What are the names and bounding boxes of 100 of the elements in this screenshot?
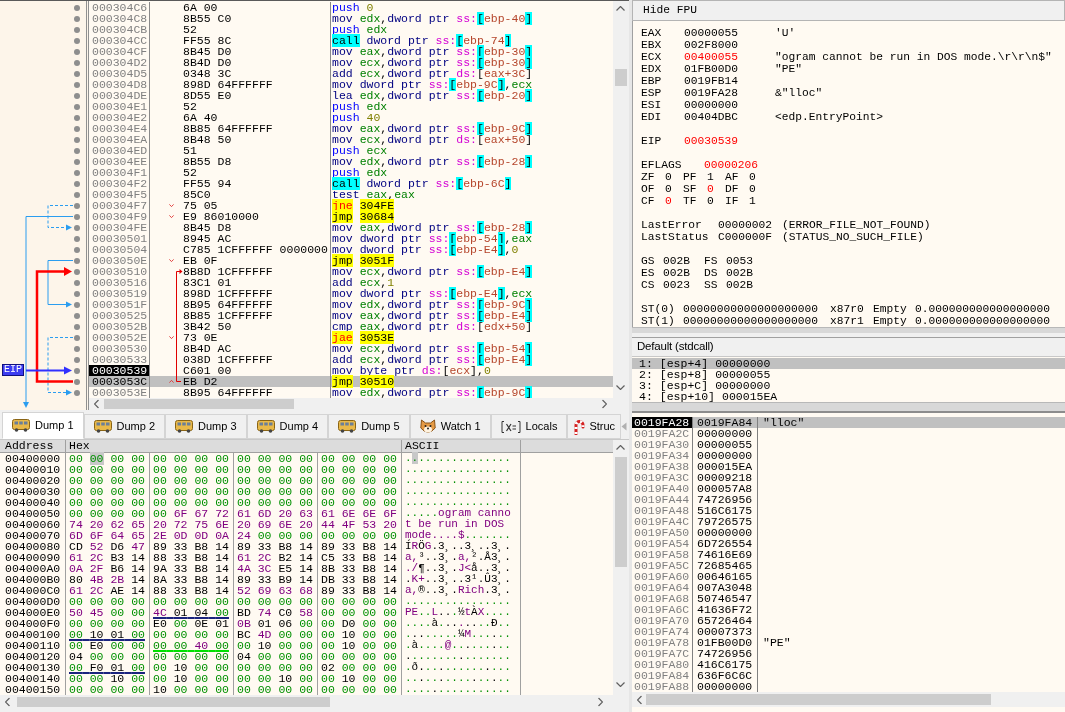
disassembly-row[interactable]: 0003050E EB 0F jmp 3051F xyxy=(89,255,613,266)
column-header[interactable]: ASCII xyxy=(405,439,440,452)
dot-icon[interactable] xyxy=(74,48,80,55)
disassembly-row[interactable]: 000304D8 898D 64FFFFFF mov dword ptr ss:[ebp-9C],ecx xyxy=(89,79,613,90)
horizontal-scrollbar[interactable] xyxy=(632,402,1065,411)
column-header[interactable]: Hex xyxy=(69,439,90,452)
argument-row[interactable]: 3: [esp+C] 00000000 xyxy=(632,380,1065,391)
dot-icon[interactable] xyxy=(74,59,80,66)
dot-icon[interactable] xyxy=(74,246,80,253)
scroll-left-icon[interactable] xyxy=(5,697,10,707)
scroll-left-icon[interactable] xyxy=(94,399,99,409)
horizontal-scrollbar[interactable] xyxy=(89,398,629,410)
stack-row[interactable]: 0019FA68 50746547 xyxy=(632,593,1065,604)
stack-row[interactable]: 0019FA84 636F6C6C xyxy=(632,670,1065,681)
scrollbar-thumb[interactable] xyxy=(104,399,294,409)
dot-icon[interactable] xyxy=(74,202,80,209)
tab[interactable]: Struc xyxy=(567,414,622,439)
vertical-scrollbar[interactable] xyxy=(613,1,629,398)
disassembly-row[interactable]: 000304F1 52 push edx xyxy=(89,167,613,178)
stack-row[interactable]: 0019FA30 00000055 xyxy=(632,439,1065,450)
disassembly-row[interactable]: 00030525 8B85 1CFFFFFF mov eax,dword ptr ss:[ebp-E4] xyxy=(89,310,613,321)
stack-row[interactable]: 0019FA40 000057A8 xyxy=(632,483,1065,494)
dot-icon[interactable] xyxy=(74,125,80,132)
stack-row[interactable]: 0019FA74 00007373 xyxy=(632,626,1065,637)
stack-row[interactable]: 0019FA70 65726464 xyxy=(632,615,1065,626)
scrollbar-thumb[interactable] xyxy=(17,697,330,707)
stack-row[interactable]: 0019FA54 6D726554 xyxy=(632,538,1065,549)
stack-row[interactable]: 0019FA44 74726956 xyxy=(632,494,1065,505)
dot-icon[interactable] xyxy=(74,103,80,110)
tab[interactable]: Locals xyxy=(490,414,568,439)
stack-row[interactable]: 0019FA38 000015EA xyxy=(632,461,1065,472)
disassembly-row[interactable]: 000304CC FF55 8C call dword ptr ss:[ebp-74] xyxy=(89,35,613,46)
disassembly-row[interactable]: 000304F9 E9 86010000 jmp 30684 xyxy=(89,211,613,222)
disassembly-row[interactable]: 000304C8 8B55 C0 mov edx,dword ptr ss:[ebp-40] xyxy=(89,13,613,24)
scroll-right-icon[interactable] xyxy=(602,399,607,409)
argument-row[interactable]: 4: [esp+10] 000015EA xyxy=(632,391,1065,402)
scroll-down-icon[interactable] xyxy=(616,385,625,390)
stack-row[interactable]: 0019FA78 01FB00D0 "PE" xyxy=(632,637,1065,648)
dot-icon[interactable] xyxy=(74,312,80,319)
dot-icon[interactable] xyxy=(74,37,80,44)
dot-icon[interactable] xyxy=(74,169,80,176)
dot-icon[interactable] xyxy=(74,26,80,33)
stack-row[interactable]: 0019FA3C 00009218 xyxy=(632,472,1065,483)
disassembly-row[interactable]: 00030516 83C1 01 add ecx,1 xyxy=(89,277,613,288)
disassembly-row[interactable]: 000304F5 85C0 test eax,eax xyxy=(89,189,613,200)
dot-icon[interactable] xyxy=(74,334,80,341)
dot-icon[interactable] xyxy=(74,367,80,374)
disassembly-row[interactable]: 000304E4 8B85 64FFFFFF mov eax,dword ptr ss:[ebp-9C] xyxy=(89,123,613,134)
tab[interactable]: Dump 2 xyxy=(83,414,166,439)
disassembly-row[interactable]: 0003052E 73 0E jae 3053E xyxy=(89,332,613,343)
disassembly-row[interactable]: 00030510 8B8D 1CFFFFFF mov ecx,dword ptr ss:[ebp-E4] xyxy=(89,266,613,277)
dot-icon[interactable] xyxy=(74,257,80,264)
dot-icon[interactable] xyxy=(74,356,80,363)
disassembly-row[interactable]: 000304C6 6A 00 push 0 xyxy=(89,2,613,13)
scroll-down-icon[interactable] xyxy=(616,682,625,687)
dot-icon[interactable] xyxy=(74,136,80,143)
disassembly-row[interactable]: 000304D2 8B4D D0 mov ecx,dword ptr ss:[ebp-30] xyxy=(89,57,613,68)
hide-fpu-button[interactable]: Hide FPU xyxy=(632,0,1065,21)
dot-icon[interactable] xyxy=(74,15,80,22)
dot-icon[interactable] xyxy=(74,81,80,88)
stack-row[interactable]: 0019FA58 74616E69 xyxy=(632,549,1065,560)
tab[interactable]: Watch 1 xyxy=(409,414,491,439)
stack-row[interactable]: 0019FA34 00000000 xyxy=(632,450,1065,461)
scroll-up-icon[interactable] xyxy=(616,6,625,11)
dot-icon[interactable] xyxy=(74,4,80,11)
disassembly-row[interactable]: 000304EE 8B55 D8 mov edx,dword ptr ss:[ebp-28] xyxy=(89,156,613,167)
disassembly-row[interactable]: 000304DE 8D55 E0 lea edx,dword ptr ss:[ebp-20] xyxy=(89,90,613,101)
scroll-up-icon[interactable] xyxy=(616,445,625,450)
tab[interactable]: Dump 4 xyxy=(246,414,329,439)
scroll-right-icon[interactable] xyxy=(598,697,603,707)
dot-icon[interactable] xyxy=(74,92,80,99)
stack-row[interactable]: 0019FA5C 72685465 xyxy=(632,560,1065,571)
dot-icon[interactable] xyxy=(74,213,80,220)
disassembly-row[interactable]: 000304F2 FF55 94 call dword ptr ss:[ebp-6C] xyxy=(89,178,613,189)
disassembly-row[interactable]: 00030519 898D 1CFFFFFF mov dword ptr ss:[ebp-E4],ecx xyxy=(89,288,613,299)
column-header[interactable]: Address xyxy=(5,439,54,452)
horizontal-scrollbar[interactable] xyxy=(632,327,1065,333)
argument-row[interactable]: 1: [esp+4] 00000000 xyxy=(632,358,1065,369)
dot-icon[interactable] xyxy=(74,268,80,275)
stack-row[interactable]: 0019FA2C 00000000 xyxy=(632,428,1065,439)
stack-row[interactable]: 0019FA4C 79726575 xyxy=(632,516,1065,527)
stack-row[interactable]: 0019FA28 0019FA84 "lloc" xyxy=(632,417,1065,428)
dot-icon[interactable] xyxy=(74,191,80,198)
stack-row[interactable]: 0019FA60 00646165 xyxy=(632,571,1065,582)
disassembly-row[interactable]: 000304ED 51 push ecx xyxy=(89,145,613,156)
dot-icon[interactable] xyxy=(74,301,80,308)
stack-row[interactable]: 0019FA64 007A3048 xyxy=(632,582,1065,593)
stack-row[interactable]: 0019FA50 00000000 xyxy=(632,527,1065,538)
argument-row[interactable]: 2: [esp+8] 00000055 xyxy=(632,369,1065,380)
dot-icon[interactable] xyxy=(74,389,80,396)
dot-icon[interactable] xyxy=(74,147,80,154)
stack-row[interactable]: 0019FA48 516C6175 xyxy=(632,505,1065,516)
scroll-left-icon[interactable] xyxy=(637,695,642,704)
dot-icon[interactable] xyxy=(74,70,80,77)
dot-icon[interactable] xyxy=(74,279,80,286)
dot-icon[interactable] xyxy=(74,323,80,330)
disassembly-row[interactable]: 000304EA 8B48 50 mov ecx,dword ptr ds:[eax+50] xyxy=(89,134,613,145)
tab[interactable]: Dump 1 xyxy=(2,412,84,439)
scrollbar-thumb[interactable] xyxy=(615,69,627,86)
tab[interactable]: Dump 3 xyxy=(165,414,247,439)
